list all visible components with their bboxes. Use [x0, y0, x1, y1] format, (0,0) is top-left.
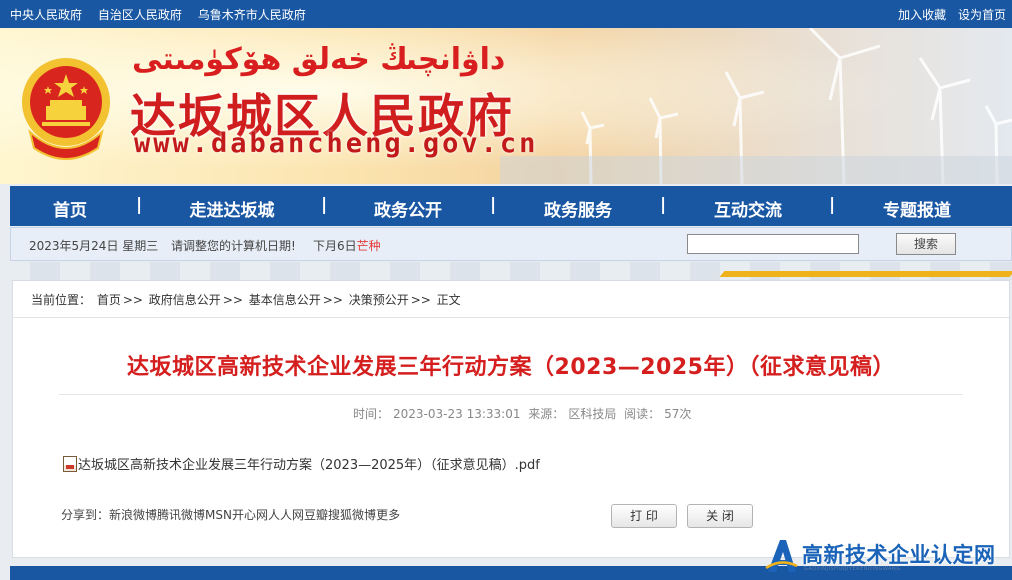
- nav-item-about[interactable]: 走进达坂城: [162, 196, 302, 221]
- nav-item-home[interactable]: 首页: [0, 196, 140, 221]
- breadcrumb-item-info-disclosure[interactable]: 政府信息公开: [149, 293, 221, 307]
- uyghur-site-name: داۋانچىڭ خەلق ھۆكۈمىتى: [132, 42, 506, 77]
- share-label: 分享到：: [61, 508, 110, 522]
- top-link-central-gov[interactable]: 中央人民政府: [10, 8, 82, 22]
- share-sina-weibo[interactable]: 新浪微博: [109, 508, 157, 522]
- nav-item-special-reports[interactable]: 专题报道: [847, 196, 987, 221]
- breadcrumb-prefix: 当前位置：: [31, 293, 92, 307]
- breadcrumb-item-current: 正文: [436, 293, 461, 307]
- publish-time: 2023-03-23 13:33:01: [393, 407, 521, 421]
- top-bar: 中央人民政府 自治区人民政府 乌鲁木齐市人民政府 加入收藏 设为首页: [0, 0, 1012, 28]
- breadcrumb-separator: >>: [410, 293, 431, 307]
- accent-bar: [719, 271, 1012, 277]
- date-warning: 请调整您的计算机日期!: [171, 239, 296, 253]
- time-label: 时间：: [353, 407, 390, 421]
- share-kaixin[interactable]: 开心网: [232, 508, 268, 522]
- nav-separator: |: [660, 195, 667, 215]
- watermark: 高新技术企业认定网 GAOXINJISHUQIYERENDINGWANG: [762, 536, 1012, 580]
- breadcrumb-separator: >>: [122, 293, 143, 307]
- pdf-file-icon: [63, 456, 77, 472]
- share-douban[interactable]: 豆瓣: [304, 508, 328, 522]
- watermark-text: 高新技术企业认定网: [802, 543, 996, 567]
- breadcrumb-separator: >>: [322, 293, 343, 307]
- top-actions: 加入收藏 设为首页: [890, 6, 1006, 23]
- breadcrumb-item-basic-info[interactable]: 基本信息公开: [249, 293, 321, 307]
- solar-term-name: 芒种: [356, 239, 381, 253]
- top-link-region-gov[interactable]: 自治区人民政府: [98, 8, 182, 22]
- watermark-subtext: GAOXINJISHUQIYERENDINGWANG: [804, 566, 901, 572]
- info-bar: 2023年5月24日 星期三 请调整您的计算机日期! 下月6日芒种 搜索: [10, 227, 1012, 261]
- breadcrumb-item-home[interactable]: 首页: [97, 293, 121, 307]
- nav-item-gov-affairs[interactable]: 政务公开: [338, 196, 478, 221]
- divider: [59, 394, 963, 395]
- breadcrumb-item-decision[interactable]: 决策预公开: [349, 293, 409, 307]
- nav-separator: |: [321, 195, 328, 215]
- main-nav: 首页 | 走进达坂城 | 政务公开 | 政务服务 | 互动交流 | 专题报道: [10, 186, 1012, 226]
- site-url: www.dabancheng.gov.cn: [134, 128, 539, 159]
- solar-term-prefix: 下月6日: [313, 239, 357, 253]
- share-tencent-weibo[interactable]: 腾讯微博: [157, 508, 205, 522]
- watermark-logo-icon: [765, 540, 798, 572]
- attachment-link[interactable]: 达坂城区高新技术企业发展三年行动方案（2023—2025年）（征求意见稿）.pd…: [63, 454, 540, 473]
- add-favorite-link[interactable]: 加入收藏: [898, 8, 946, 22]
- share-more[interactable]: 更多: [376, 508, 400, 522]
- nav-item-services[interactable]: 政务服务: [508, 196, 648, 221]
- nav-separator: |: [136, 195, 143, 215]
- close-button[interactable]: 关 闭: [687, 504, 753, 528]
- nav-separator: |: [490, 195, 497, 215]
- article-source: 区科技局: [568, 407, 617, 421]
- content-panel: 当前位置： 首页 >> 政府信息公开 >> 基本信息公开 >> 决策预公开 >> 正文 …: [12, 280, 1010, 558]
- attachment-filename[interactable]: 达坂城区高新技术企业发展三年行动方案（2023—2025年）（征求意见稿）.pd…: [78, 458, 540, 473]
- source-label: 来源：: [528, 407, 565, 421]
- breadcrumb: 当前位置： 首页 >> 政府信息公开 >> 基本信息公开 >> 决策预公开 >> 正文: [31, 291, 463, 308]
- article-title: 达坂城区高新技术企业发展三年行动方案（2023—2025年）（征求意见稿）: [127, 355, 895, 380]
- share-renren[interactable]: 人人网: [268, 508, 304, 522]
- breadcrumb-separator: >>: [222, 293, 243, 307]
- print-button[interactable]: 打 印: [611, 504, 677, 528]
- search-input[interactable]: [687, 234, 859, 254]
- solar-term: 下月6日芒种: [313, 237, 381, 254]
- share-bar: 分享到：新浪微博腾讯微博MSN开心网人人网豆瓣搜狐微博更多: [61, 506, 400, 523]
- search-button[interactable]: 搜索: [896, 233, 956, 255]
- top-link-urumqi-gov[interactable]: 乌鲁木齐市人民政府: [198, 8, 306, 22]
- article-meta: 时间： 2023-03-23 13:33:01 来源： 区科技局 阅读： 57次: [353, 405, 695, 422]
- view-count: 57次: [664, 407, 692, 421]
- share-sohu-weibo[interactable]: 搜狐微博: [328, 508, 376, 522]
- share-msn[interactable]: MSN: [205, 508, 232, 522]
- top-links: 中央人民政府 自治区人民政府 乌鲁木齐市人民政府: [10, 6, 318, 23]
- national-emblem-icon: [22, 58, 110, 160]
- views-label: 阅读：: [624, 407, 661, 421]
- current-date: 2023年5月24日 星期三: [29, 239, 159, 253]
- divider: [13, 317, 1009, 318]
- nav-item-interaction[interactable]: 互动交流: [678, 196, 818, 221]
- decorative-strip: [0, 262, 1012, 280]
- nav-separator: |: [829, 195, 836, 215]
- wind-turbines-image: [500, 28, 1012, 184]
- site-banner: داۋانچىڭ خەلق ھۆكۈمىتى 达坂城区人民政府 www.daba…: [0, 28, 1012, 184]
- set-homepage-link[interactable]: 设为首页: [958, 8, 1006, 22]
